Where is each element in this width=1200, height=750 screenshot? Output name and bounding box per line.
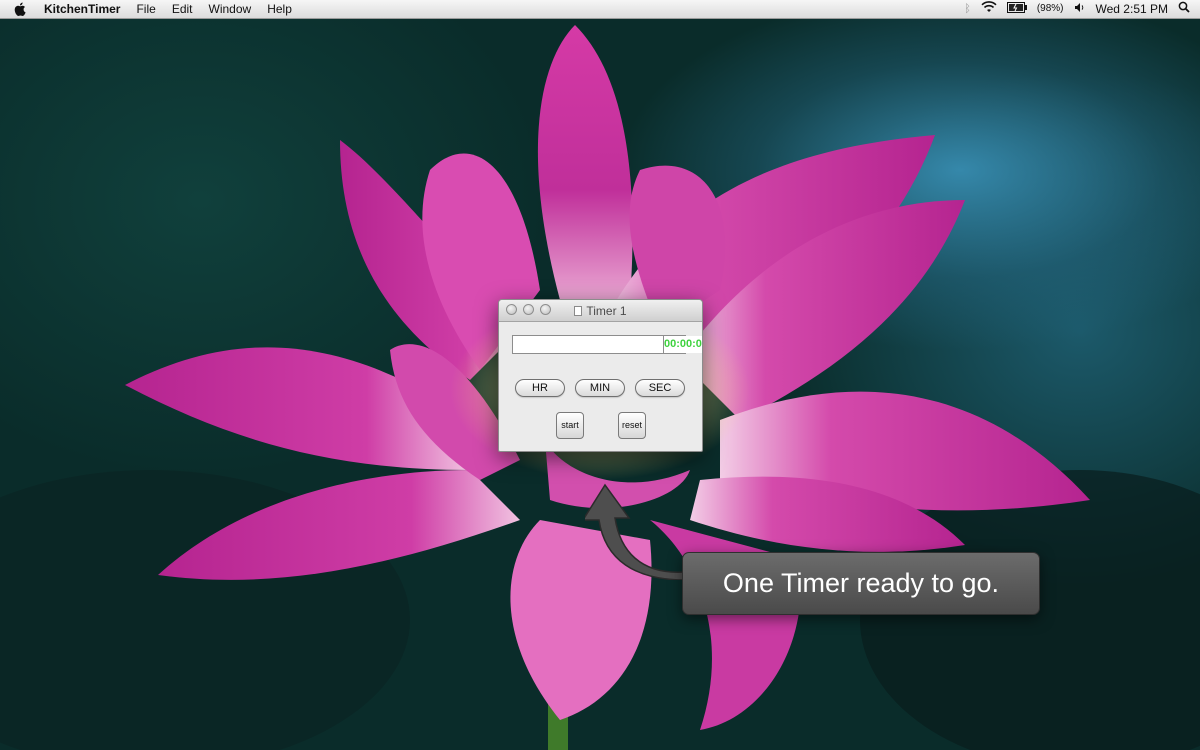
bluetooth-icon[interactable]: ᛒ xyxy=(964,0,971,18)
battery-percent: (98%) xyxy=(1036,3,1064,14)
menu-app-name[interactable]: KitchenTimer xyxy=(40,0,128,18)
apple-icon[interactable] xyxy=(12,1,28,17)
spotlight-search-icon[interactable] xyxy=(1178,0,1190,18)
wifi-icon[interactable] xyxy=(981,0,997,18)
minutes-button[interactable]: MIN xyxy=(575,379,625,397)
menu-help[interactable]: Help xyxy=(259,0,300,18)
menu-file[interactable]: File xyxy=(128,0,163,18)
window-title: Timer 1 xyxy=(586,303,627,318)
window-titlebar[interactable]: Timer 1 xyxy=(499,300,702,322)
timer-window: Timer 1 00:00:00 HR MIN SEC start reset xyxy=(498,299,703,452)
time-row: 00:00:00 xyxy=(512,335,702,354)
volume-icon[interactable] xyxy=(1074,0,1086,18)
start-button[interactable]: start xyxy=(556,412,584,439)
menu-window[interactable]: Window xyxy=(201,0,260,18)
menu-bar-clock[interactable]: Wed 2:51 PM xyxy=(1096,0,1168,18)
menu-bar: KitchenTimer File Edit Window Help ᛒ (98… xyxy=(0,0,1200,19)
window-title-wrap: Timer 1 xyxy=(499,300,702,321)
battery-icon[interactable] xyxy=(1006,0,1027,18)
callout-tooltip: One Timer ready to go. xyxy=(682,552,1040,615)
countdown-display: 00:00:00 xyxy=(663,336,702,353)
arrow-icon xyxy=(585,483,686,580)
hours-button[interactable]: HR xyxy=(515,379,565,397)
time-entry-input[interactable] xyxy=(513,336,663,353)
reset-button[interactable]: reset xyxy=(618,412,646,439)
seconds-button[interactable]: SEC xyxy=(635,379,685,397)
menu-edit[interactable]: Edit xyxy=(164,0,201,18)
document-icon xyxy=(574,305,583,316)
menu-bar-status-area: ᛒ (98%) Wed 2:51 PM xyxy=(964,0,1200,18)
